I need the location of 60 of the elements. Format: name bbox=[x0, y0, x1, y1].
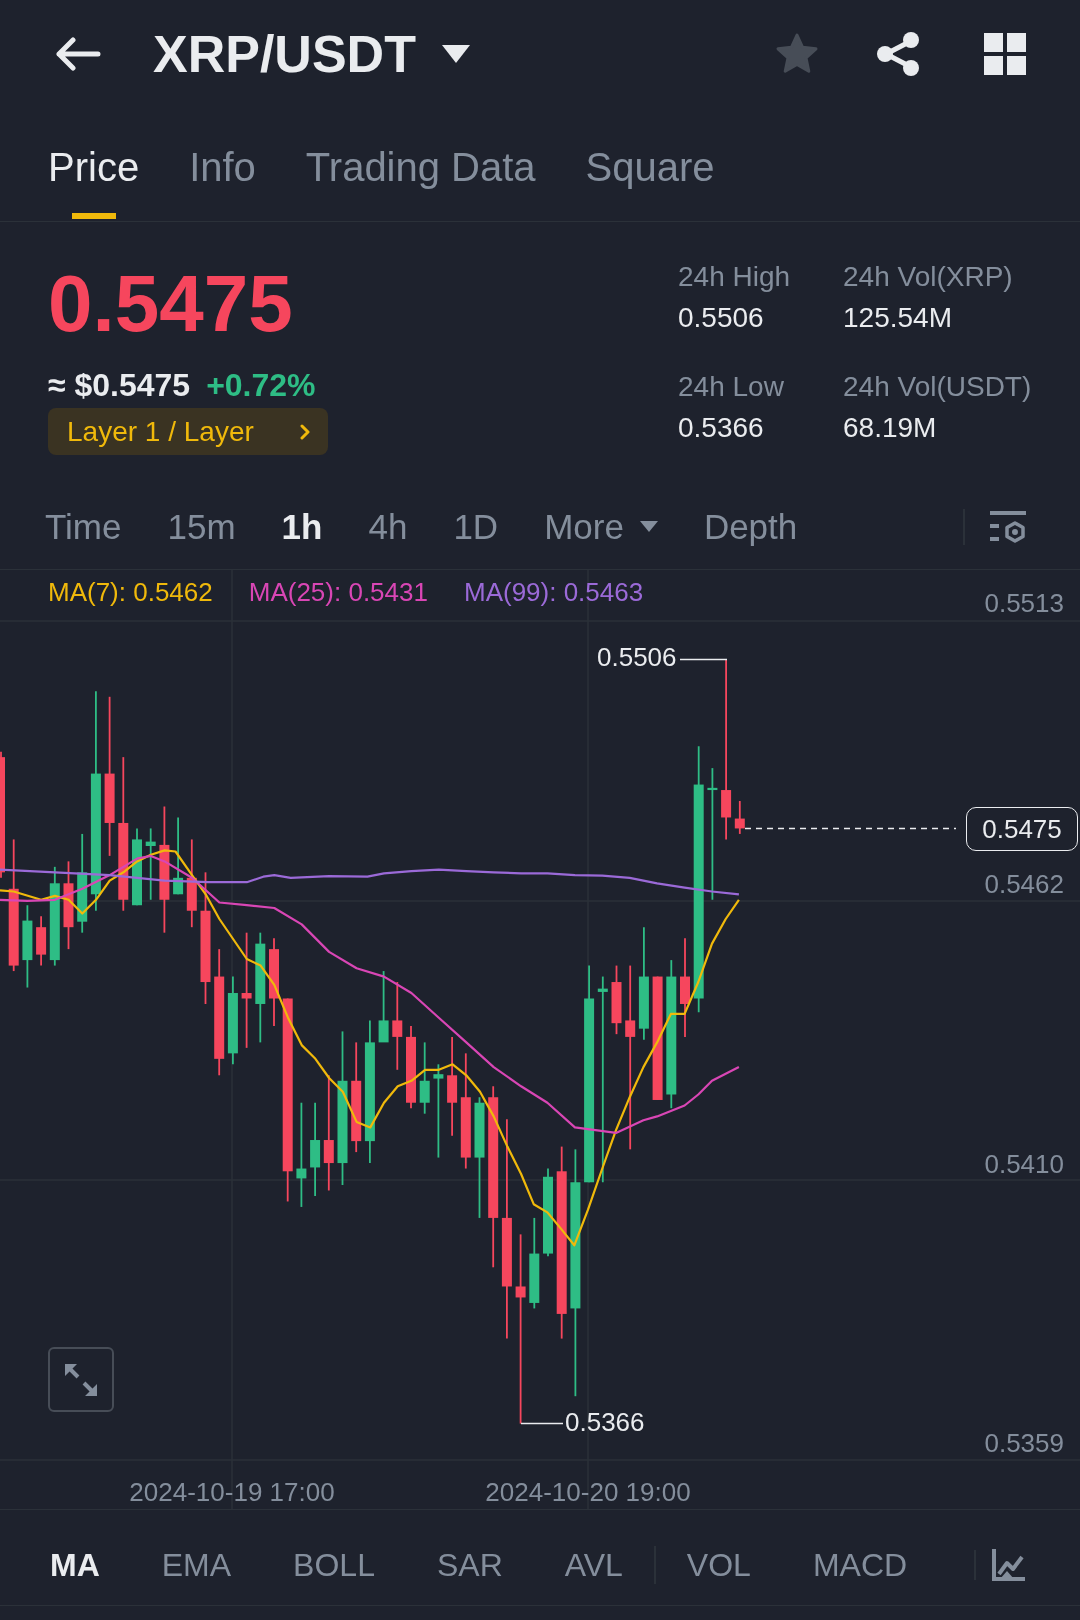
indicator-tab[interactable]: MA bbox=[50, 1545, 100, 1584]
interval-tab[interactable]: Depth bbox=[703, 506, 798, 547]
moving-average-label: MA(99): 0.5463 bbox=[463, 577, 644, 607]
stat-value: 68.19M bbox=[843, 411, 938, 445]
caret-down-icon bbox=[639, 521, 658, 532]
tab[interactable]: Trading Data bbox=[305, 108, 536, 221]
indicator-tab[interactable]: SAR bbox=[436, 1545, 503, 1584]
stat-label: 24h High bbox=[678, 260, 792, 294]
stat-label: 24h Vol(USDT) bbox=[843, 370, 1033, 404]
moving-average-label: MA(25): 0.5431 bbox=[248, 577, 428, 607]
time-axis-label: 2024-10-20 19:00 bbox=[485, 1477, 691, 1507]
back-icon[interactable] bbox=[54, 37, 101, 71]
last-price-tag: 0.5475 bbox=[966, 807, 1078, 851]
low-price-label: 0.5366 bbox=[565, 1407, 645, 1437]
interval-tab[interactable]: 15m bbox=[167, 506, 236, 547]
leader-line bbox=[520, 1422, 564, 1425]
pair-selector[interactable]: XRP/USDT bbox=[153, 24, 470, 84]
moving-average-label: MA(7): 0.5462 bbox=[48, 577, 213, 607]
price-axis-label: 0.5410 bbox=[984, 1149, 1064, 1179]
time-axis-label: 2024-10-19 17:00 bbox=[129, 1477, 335, 1507]
star-icon[interactable] bbox=[775, 33, 819, 75]
price-change: +0.72% bbox=[206, 367, 316, 403]
price-axis-label: 0.5359 bbox=[984, 1428, 1064, 1458]
indicator-tab[interactable]: VOL bbox=[686, 1545, 751, 1584]
tab[interactable]: Price bbox=[48, 108, 140, 221]
price-axis-label: 0.5513 bbox=[984, 588, 1064, 618]
high-price-label: 0.5506 bbox=[597, 642, 677, 672]
interval-tab[interactable]: 1D bbox=[453, 506, 499, 547]
chevron-right-icon bbox=[299, 423, 310, 440]
leader-line bbox=[679, 658, 728, 661]
indicator-tab[interactable]: EMA bbox=[161, 1545, 232, 1584]
line-chart-icon[interactable] bbox=[991, 1547, 1025, 1582]
candle bbox=[36, 915, 47, 967]
tab[interactable]: Info bbox=[189, 108, 256, 221]
expand-icon bbox=[63, 1361, 99, 1398]
usd-price: ≈ $0.5475 bbox=[48, 367, 191, 403]
stat-value: 0.5506 bbox=[678, 301, 765, 335]
indicator-tab[interactable]: AVL bbox=[564, 1545, 623, 1584]
stat-label: 24h Vol(XRP) bbox=[843, 260, 1014, 294]
caret-down-icon bbox=[441, 45, 470, 63]
interval-tab[interactable]: 4h bbox=[368, 506, 408, 547]
last-price: 0.5475 bbox=[48, 264, 293, 344]
stat-label: 24h Low bbox=[678, 370, 785, 404]
candle bbox=[734, 800, 745, 835]
expand-button[interactable] bbox=[48, 1347, 114, 1412]
share-icon[interactable] bbox=[876, 32, 921, 76]
chart-settings-icon[interactable] bbox=[990, 508, 1026, 545]
sector-tag[interactable]: Layer 1 / Layer bbox=[48, 408, 328, 455]
stat-value: 125.54M bbox=[843, 301, 953, 335]
stat-value: 0.5366 bbox=[678, 411, 765, 445]
indicator-tab[interactable]: BOLL bbox=[293, 1545, 375, 1584]
interval-tab[interactable]: More bbox=[544, 506, 658, 547]
indicator-tab[interactable]: MACD bbox=[812, 1545, 908, 1584]
price-axis-label: 0.5462 bbox=[984, 869, 1064, 899]
interval-tab[interactable]: Time bbox=[45, 506, 122, 547]
grid-icon[interactable] bbox=[984, 33, 1026, 75]
candle bbox=[611, 964, 622, 1036]
tab[interactable]: Square bbox=[585, 108, 715, 221]
selected-tab-indicator bbox=[71, 213, 116, 219]
interval-tab[interactable]: 1h bbox=[281, 506, 323, 547]
